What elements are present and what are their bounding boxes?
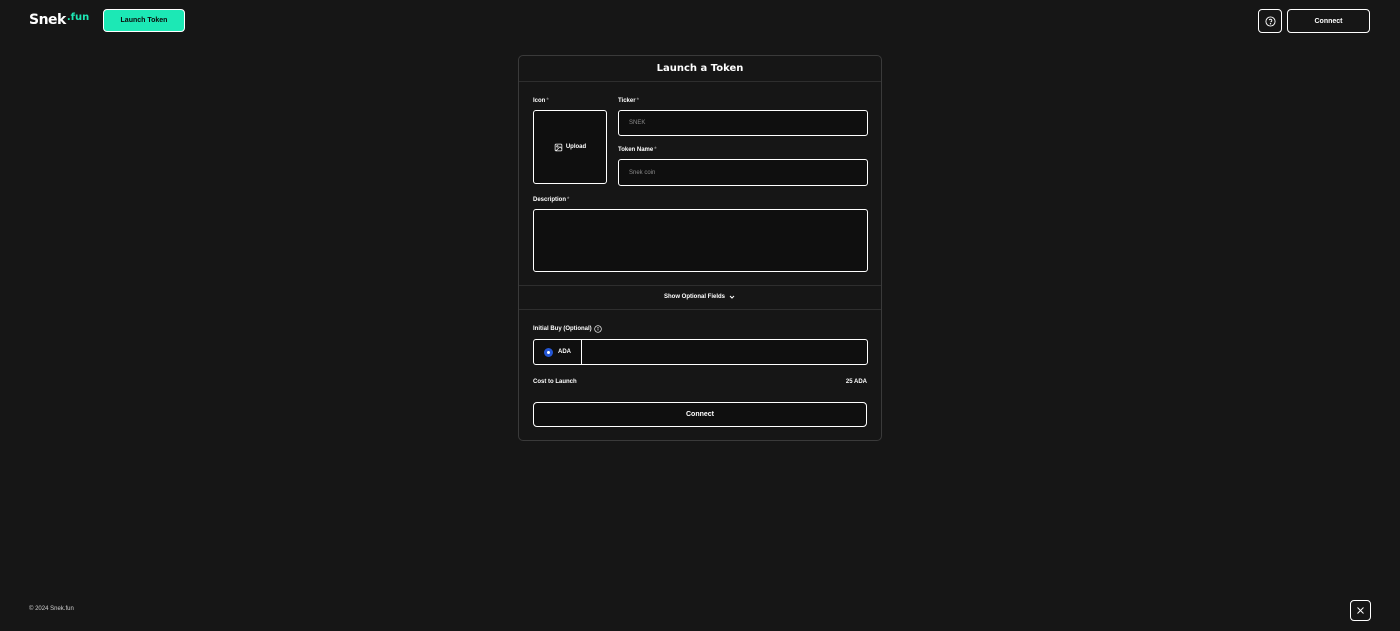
initial-buy-label: Initial Buy (Optional) (533, 325, 602, 333)
logo[interactable]: Snek .fun (29, 12, 89, 30)
token-name-label-text: Token Name (618, 147, 654, 153)
cost-row: Cost to Launch 25 ADA (533, 379, 867, 385)
launch-token-button[interactable]: Launch Token (103, 9, 185, 32)
question-circle-icon (1264, 15, 1276, 27)
required-mark: * (567, 197, 570, 203)
currency-label: ADA (558, 349, 571, 355)
logo-tld: .fun (66, 12, 90, 23)
currency-selector[interactable]: ADA (534, 340, 582, 364)
upload-label: Upload (565, 144, 587, 150)
description-label-text: Description (533, 197, 567, 203)
card-title: Launch a Token (519, 56, 881, 82)
required-mark: * (546, 98, 549, 104)
initial-buy-label-text: Initial Buy (Optional) (533, 326, 592, 332)
token-name-label: Token Name* (618, 147, 657, 153)
cost-value: 25 ADA (845, 379, 867, 385)
required-mark: * (636, 98, 639, 104)
x-social-button[interactable] (1350, 600, 1371, 621)
optional-toggle-label: Show Optional Fields (663, 294, 725, 300)
token-name-placeholder: Snek coin (629, 169, 656, 176)
image-icon (554, 143, 563, 151)
launch-token-card: Launch a Token Icon* Upload Ticker* SNEK… (518, 55, 882, 441)
ticker-label: Ticker* (618, 98, 639, 104)
icon-label: Icon* (533, 98, 549, 104)
ticker-input[interactable]: SNEK (618, 110, 868, 136)
initial-buy-input[interactable]: ADA (533, 339, 868, 365)
token-name-input[interactable]: Snek coin (618, 159, 868, 186)
connect-wallet-button[interactable]: Connect (533, 402, 867, 427)
chevron-down-icon (729, 295, 735, 299)
connect-button[interactable]: Connect (1287, 9, 1370, 33)
description-textarea[interactable] (533, 209, 868, 272)
ticker-placeholder: SNEK (629, 120, 646, 126)
icon-label-text: Icon (533, 98, 546, 104)
copyright-text: © 2024 Snek.fun (29, 606, 74, 612)
cost-label: Cost to Launch (533, 379, 577, 385)
divider (519, 285, 881, 286)
ticker-label-text: Ticker (618, 98, 636, 104)
help-button[interactable] (1258, 9, 1282, 33)
ada-coin-icon (544, 347, 553, 357)
divider (519, 309, 881, 310)
show-optional-fields-toggle[interactable]: Show Optional Fields (519, 293, 881, 301)
logo-main: Snek (29, 12, 66, 28)
x-twitter-icon (1357, 607, 1364, 614)
required-mark: * (654, 147, 657, 153)
description-label: Description* (533, 197, 569, 203)
info-icon[interactable] (594, 325, 602, 333)
icon-upload-box[interactable]: Upload (533, 110, 607, 184)
